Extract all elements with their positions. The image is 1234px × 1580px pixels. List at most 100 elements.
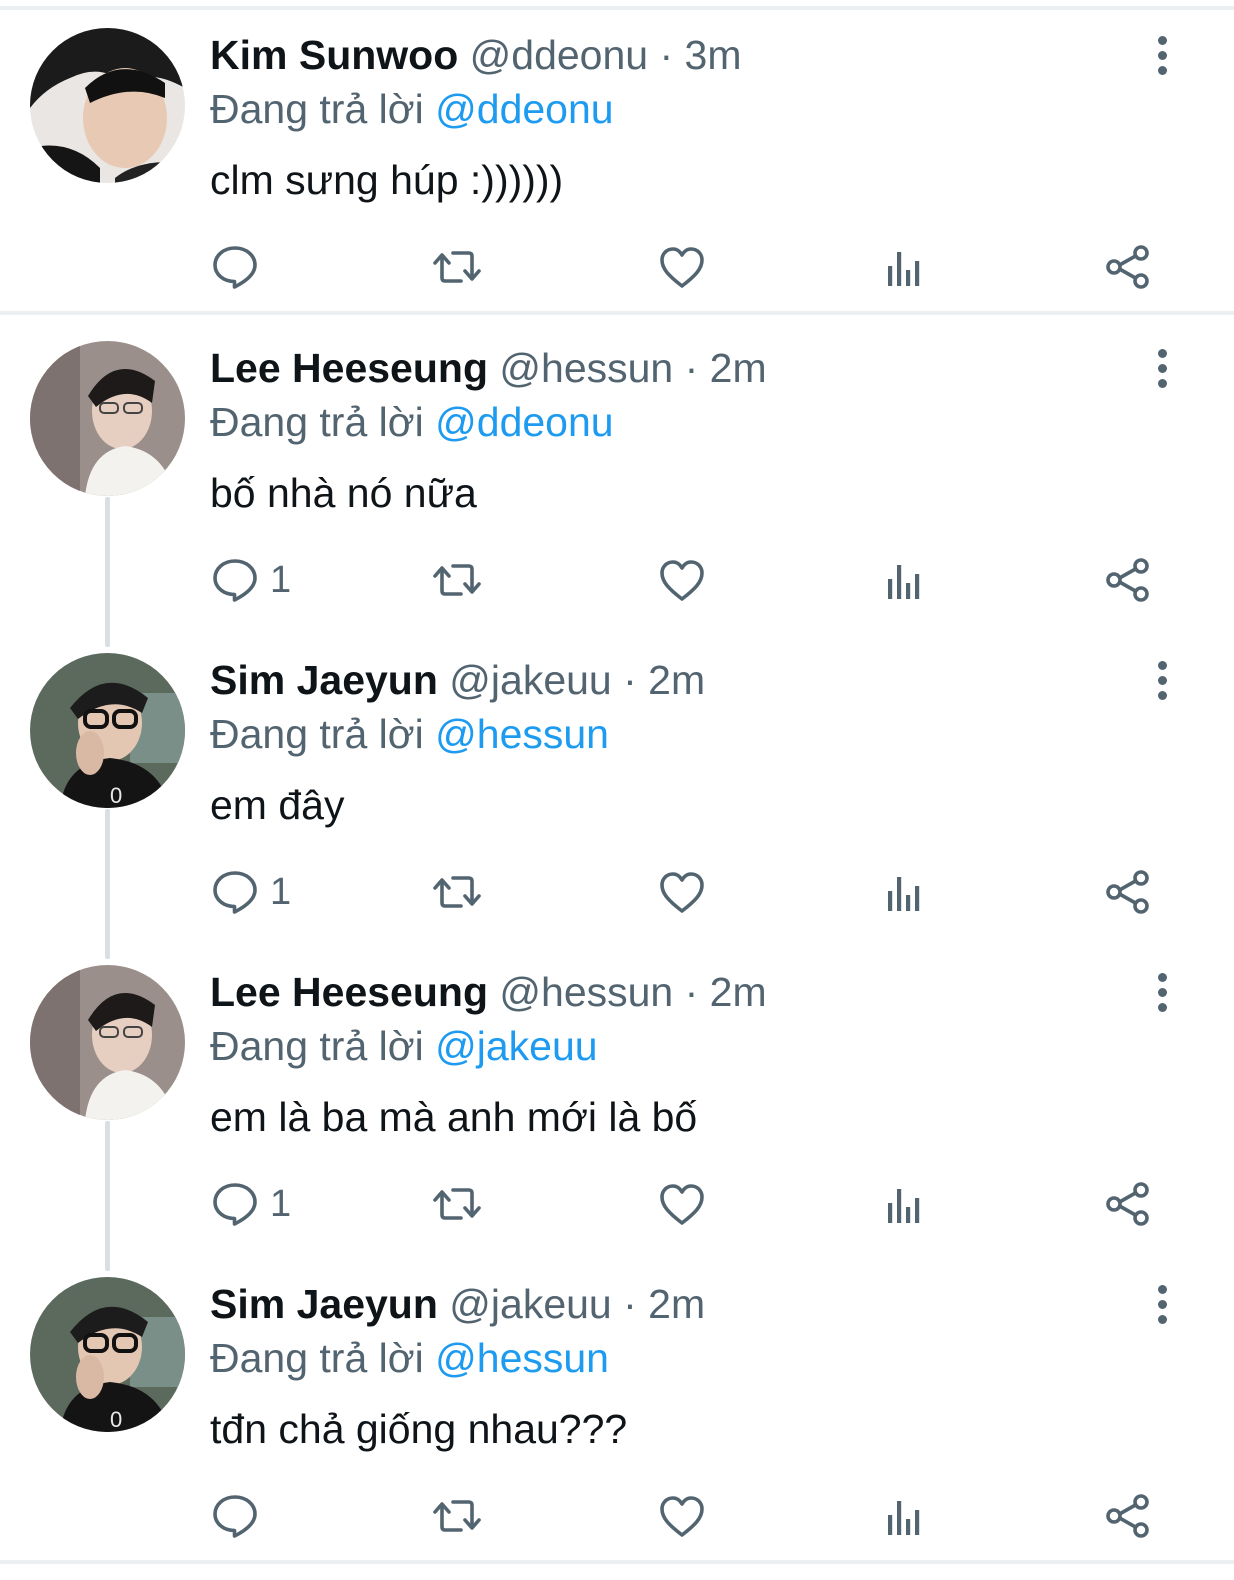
separator-dot: · [623,1281,649,1327]
retweet-icon [433,564,481,596]
retweet-icon [433,1500,481,1532]
retweet-button[interactable] [432,553,482,607]
user-handle[interactable]: @ddeonu [470,32,660,78]
tweet[interactable]: 0 Sim Jaeyun @jakeuu · 2m Đang trả lời @… [0,625,1234,938]
display-name[interactable]: Kim Sunwoo [210,32,470,78]
more-vertical-icon[interactable] [1140,653,1184,707]
like-button[interactable] [657,240,707,294]
like-button[interactable] [657,553,707,607]
tweet[interactable]: Lee Heeseung @hessun · 2m Đang trả lời @… [0,937,1234,1250]
analytics-icon [888,1189,920,1223]
tweet[interactable]: 0 Sim Jaeyun @jakeuu · 2m Đang trả lời @… [0,1249,1234,1562]
retweet-button[interactable] [432,240,482,294]
separator-dot: · [623,657,649,703]
views-button[interactable] [880,1177,930,1231]
reply-icon [213,871,257,914]
like-button[interactable] [657,865,707,919]
share-icon [1106,245,1149,289]
replying-to-line: Đang trả lời @jakeuu [210,1021,598,1071]
timestamp[interactable]: 2m [648,657,705,703]
retweet-button[interactable] [432,1489,482,1543]
replying-to-mention[interactable]: @jakeuu [435,1023,597,1069]
user-handle[interactable]: @hessun [499,345,684,391]
svg-text:0: 0 [110,1407,122,1432]
timestamp[interactable]: 2m [648,1281,705,1327]
more-vertical-icon[interactable] [1140,1277,1184,1331]
avatar-lee-heeseung[interactable] [30,965,185,1120]
reply-icon [213,559,257,602]
user-handle[interactable]: @jakeuu [449,1281,623,1327]
views-button[interactable] [880,1489,930,1543]
retweet-button[interactable] [432,865,482,919]
tweet-text: bố nhà nó nữa [210,470,477,516]
replying-to-mention[interactable]: @hessun [435,711,609,757]
retweet-icon [433,251,481,283]
share-button[interactable] [1103,1177,1153,1231]
timestamp[interactable]: 2m [710,345,767,391]
like-button[interactable] [657,1177,707,1231]
retweet-icon [433,876,481,908]
more-vertical-icon[interactable] [1140,965,1184,1019]
analytics-icon [888,877,920,911]
like-button[interactable] [657,1489,707,1543]
timestamp[interactable]: 2m [710,969,767,1015]
analytics-icon [888,252,920,286]
more-vertical-icon[interactable] [1140,341,1184,395]
separator-dot: · [684,345,710,391]
replying-to-mention[interactable]: @ddeonu [435,399,613,445]
share-icon [1106,1182,1149,1226]
timestamp[interactable]: 3m [685,32,742,78]
analytics-icon [888,1501,920,1535]
user-handle[interactable]: @hessun [499,969,684,1015]
tweet[interactable]: Lee Heeseung @hessun · 2m Đang trả lời @… [0,313,1234,626]
tweet[interactable]: Kim Sunwoo @ddeonu · 3m Đang trả lời @dd… [0,0,1234,313]
display-name[interactable]: Sim Jaeyun [210,657,449,703]
reply-button[interactable] [210,240,270,294]
share-button[interactable] [1103,240,1153,294]
heart-icon [660,872,704,913]
avatar-lee-heeseung[interactable] [30,341,185,496]
views-button[interactable] [880,240,930,294]
user-handle[interactable]: @jakeuu [449,657,623,703]
replying-to-label: Đang trả lời [210,1023,436,1069]
share-icon [1106,870,1149,914]
separator-dot: · [684,969,710,1015]
reply-icon [213,1495,257,1538]
replying-to-label: Đang trả lời [210,86,436,132]
reply-icon [213,1183,257,1226]
retweet-button[interactable] [432,1177,482,1231]
reply-count: 1 [270,1182,292,1225]
reply-button[interactable]: 1 [210,865,291,919]
replying-to-mention[interactable]: @hessun [435,1335,609,1381]
tweet-header: Lee Heeseung @hessun · 2m [210,967,767,1017]
reply-button[interactable] [210,1489,270,1543]
views-button[interactable] [880,553,930,607]
replying-to-line: Đang trả lời @hessun [210,1333,609,1383]
display-name[interactable]: Lee Heeseung [210,969,499,1015]
views-button[interactable] [880,865,930,919]
share-button[interactable] [1103,865,1153,919]
display-name[interactable]: Lee Heeseung [210,345,499,391]
display-name[interactable]: Sim Jaeyun [210,1281,449,1327]
avatar-sim-jaeyun[interactable]: 0 [30,1277,185,1432]
replying-to-mention[interactable]: @ddeonu [435,86,613,132]
replying-to-label: Đang trả lời [210,711,436,757]
retweet-icon [433,1188,481,1220]
tweet-header: Sim Jaeyun @jakeuu · 2m [210,655,705,705]
share-button[interactable] [1103,1489,1153,1543]
tweet-text: tđn chả giống nhau??? [210,1406,628,1452]
share-icon [1106,558,1149,602]
share-icon [1106,1494,1149,1538]
reply-button[interactable]: 1 [210,1177,291,1231]
avatar-kim-sunwoo[interactable] [30,28,185,183]
tweet-header: Kim Sunwoo @ddeonu · 3m [210,30,742,80]
reply-count: 1 [270,558,292,601]
heart-icon [660,1496,704,1537]
avatar-sim-jaeyun[interactable]: 0 [30,653,185,808]
share-button[interactable] [1103,553,1153,607]
svg-text:0: 0 [110,783,122,808]
more-vertical-icon[interactable] [1140,28,1184,82]
reply-button[interactable]: 1 [210,553,291,607]
tweet-text: clm sưng húp :)))))) [210,157,564,203]
tweet-text: em là ba mà anh mới là bố [210,1094,698,1140]
